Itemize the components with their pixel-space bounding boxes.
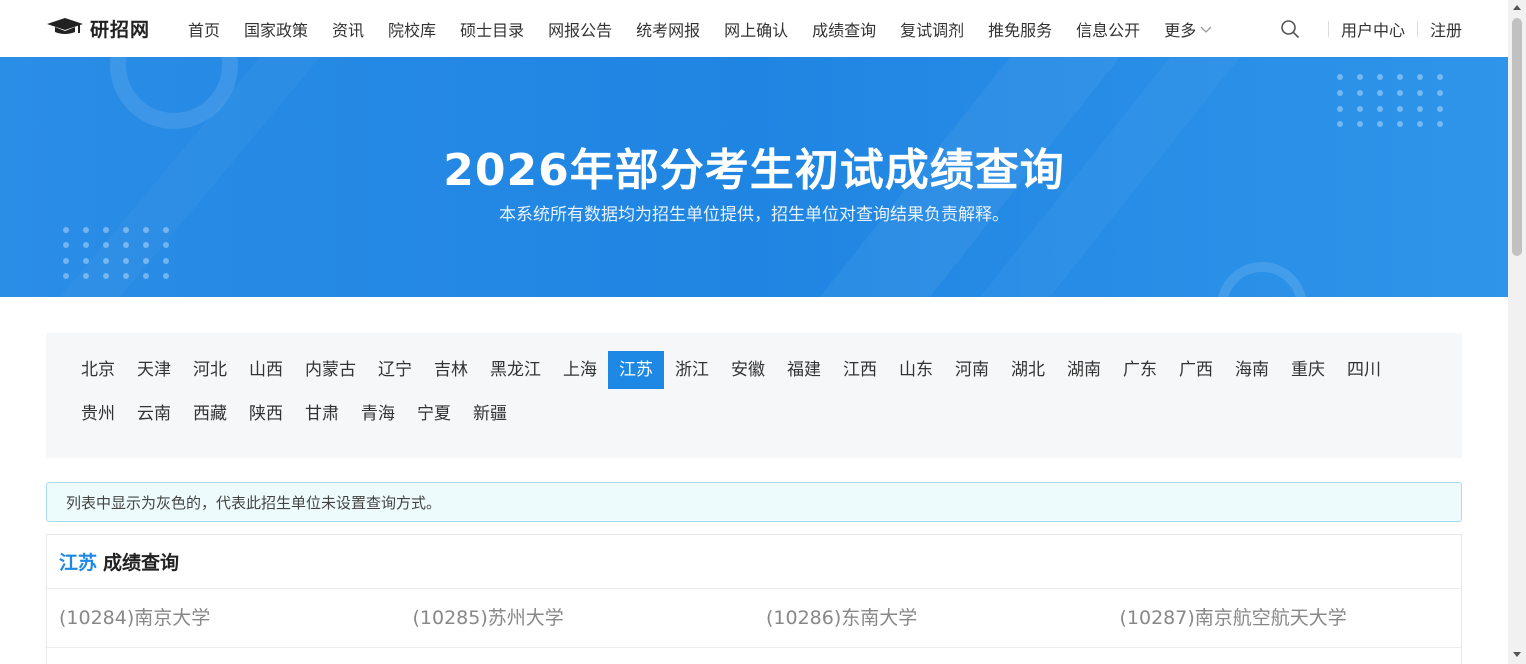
province-tab[interactable]: 陕西 bbox=[238, 395, 294, 433]
province-tab[interactable]: 辽宁 bbox=[367, 351, 423, 389]
province-tab[interactable]: 山西 bbox=[238, 351, 294, 389]
header-tools: 用户中心 注册 bbox=[1278, 0, 1462, 57]
province-tab[interactable]: 天津 bbox=[126, 351, 182, 389]
province-tab[interactable]: 宁夏 bbox=[406, 395, 462, 433]
province-tab[interactable]: 新疆 bbox=[462, 395, 518, 433]
nav-information-disclosure[interactable]: 信息公开 bbox=[1076, 17, 1140, 41]
province-tab[interactable]: 贵州 bbox=[70, 395, 126, 433]
university-row: (10284)南京大学 (10285)苏州大学 (10286)东南大学 (102… bbox=[47, 589, 1461, 648]
province-tab[interactable]: 河南 bbox=[944, 351, 1000, 389]
province-tab[interactable]: 青海 bbox=[350, 395, 406, 433]
province-tab[interactable]: 山东 bbox=[888, 351, 944, 389]
university-item[interactable]: (10286)东南大学 bbox=[754, 589, 1108, 647]
graduation-cap-icon bbox=[46, 15, 84, 41]
scrollbar-thumb[interactable] bbox=[1512, 18, 1522, 256]
nav-school-library[interactable]: 院校库 bbox=[388, 17, 436, 41]
scroll-down-arrow-icon[interactable] bbox=[1513, 652, 1521, 657]
search-icon[interactable] bbox=[1278, 17, 1302, 41]
university-item[interactable]: (10285)苏州大学 bbox=[401, 589, 755, 647]
page-title: 2026年部分考生初试成绩查询 bbox=[443, 145, 1065, 196]
page-subtitle: 本系统所有数据均为招生单位提供，招生单位对查询结果负责解释。 bbox=[499, 205, 1009, 225]
nav-recommendation[interactable]: 推免服务 bbox=[988, 17, 1052, 41]
province-tab[interactable]: 黑龙江 bbox=[479, 351, 552, 389]
nav-news[interactable]: 资讯 bbox=[332, 17, 364, 41]
university-item[interactable]: (10284)南京大学 bbox=[47, 589, 401, 647]
province-tab[interactable]: 内蒙古 bbox=[294, 351, 367, 389]
notice-text: 列表中显示为灰色的，代表此招生单位未设置查询方式。 bbox=[66, 494, 442, 512]
province-tab[interactable]: 湖北 bbox=[1000, 351, 1056, 389]
scroll-up-arrow-icon[interactable] bbox=[1513, 5, 1521, 10]
province-tab[interactable]: 四川 bbox=[1336, 351, 1392, 389]
results-panel: 江苏 成绩查询 (10284)南京大学 (10285)苏州大学 (10286)东… bbox=[46, 534, 1462, 664]
nav-exam-registration[interactable]: 统考网报 bbox=[636, 17, 700, 41]
panel-title: 成绩查询 bbox=[103, 552, 180, 574]
nav-home[interactable]: 首页 bbox=[188, 17, 220, 41]
vertical-scrollbar[interactable] bbox=[1508, 0, 1526, 664]
province-selector: 北京 天津 河北 山西 内蒙古 辽宁 吉林 黑龙江 上海 江苏 浙江 安徽 福建… bbox=[46, 333, 1462, 458]
user-center-link[interactable]: 用户中心 bbox=[1341, 17, 1405, 41]
province-tab-selected[interactable]: 江苏 bbox=[608, 351, 664, 389]
university-item[interactable]: (10287)南京航空航天大学 bbox=[1108, 589, 1462, 647]
divider bbox=[1416, 20, 1418, 37]
nav-more-dropdown[interactable]: 更多 bbox=[1164, 17, 1212, 41]
page: 研招网 首页 国家政策 资讯 院校库 硕士目录 网报公告 统考网报 网上确认 成… bbox=[0, 0, 1508, 664]
province-tab[interactable]: 福建 bbox=[776, 351, 832, 389]
nav-retest-adjustment[interactable]: 复试调剂 bbox=[900, 17, 964, 41]
province-tab[interactable]: 重庆 bbox=[1280, 351, 1336, 389]
site-logo[interactable]: 研招网 bbox=[46, 14, 150, 42]
province-tab[interactable]: 西藏 bbox=[182, 395, 238, 433]
province-tab[interactable]: 海南 bbox=[1224, 351, 1280, 389]
province-tab[interactable]: 安徽 bbox=[720, 351, 776, 389]
province-tab[interactable]: 甘肃 bbox=[294, 395, 350, 433]
province-tab[interactable]: 江西 bbox=[832, 351, 888, 389]
province-tab[interactable]: 上海 bbox=[552, 351, 608, 389]
logo-text: 研招网 bbox=[90, 18, 151, 41]
top-header: 研招网 首页 国家政策 资讯 院校库 硕士目录 网报公告 统考网报 网上确认 成… bbox=[0, 0, 1508, 58]
province-tab[interactable]: 云南 bbox=[126, 395, 182, 433]
province-tab[interactable]: 河北 bbox=[182, 351, 238, 389]
hero-banner: 2026年部分考生初试成绩查询 本系统所有数据均为招生单位提供，招生单位对查询结… bbox=[0, 57, 1508, 297]
province-tab[interactable]: 广东 bbox=[1112, 351, 1168, 389]
province-row: 北京 天津 河北 山西 内蒙古 辽宁 吉林 黑龙江 上海 江苏 浙江 安徽 福建… bbox=[70, 351, 1392, 389]
main-nav: 首页 国家政策 资讯 院校库 硕士目录 网报公告 统考网报 网上确认 成绩查询 … bbox=[176, 0, 1224, 57]
nav-registration-notice[interactable]: 网报公告 bbox=[548, 17, 612, 41]
province-tab[interactable]: 北京 bbox=[70, 351, 126, 389]
nav-online-confirmation[interactable]: 网上确认 bbox=[724, 17, 788, 41]
divider bbox=[1327, 20, 1329, 37]
nav-master-catalog[interactable]: 硕士目录 bbox=[460, 17, 524, 41]
province-tab[interactable]: 广西 bbox=[1168, 351, 1224, 389]
nav-more-label: 更多 bbox=[1164, 20, 1197, 40]
panel-province-name: 江苏 bbox=[59, 552, 98, 574]
chevron-down-icon bbox=[1200, 19, 1212, 38]
nav-national-policy[interactable]: 国家政策 bbox=[244, 17, 308, 41]
nav-score-query[interactable]: 成绩查询 bbox=[812, 17, 876, 41]
panel-header: 江苏 成绩查询 bbox=[47, 535, 1461, 589]
province-tab[interactable]: 湖南 bbox=[1056, 351, 1112, 389]
province-tab[interactable]: 浙江 bbox=[664, 351, 720, 389]
info-notice: 列表中显示为灰色的，代表此招生单位未设置查询方式。 bbox=[46, 482, 1462, 522]
register-link[interactable]: 注册 bbox=[1430, 17, 1462, 41]
province-row: 贵州 云南 西藏 陕西 甘肃 青海 宁夏 新疆 bbox=[70, 395, 518, 433]
province-tab[interactable]: 吉林 bbox=[423, 351, 479, 389]
